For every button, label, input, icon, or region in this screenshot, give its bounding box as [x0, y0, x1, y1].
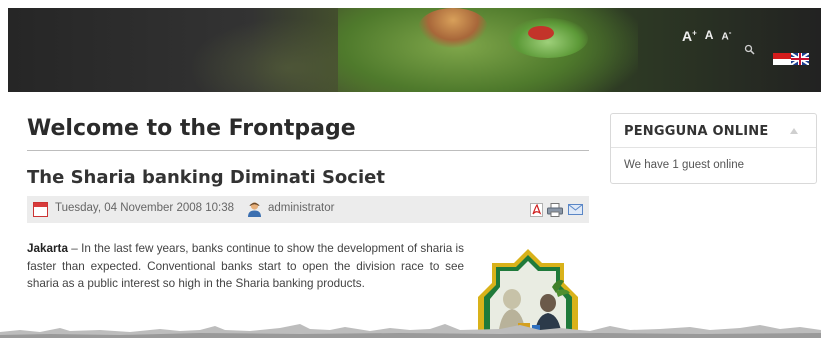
frog-foot	[418, 8, 488, 48]
skyline-decoration	[0, 324, 821, 338]
search-icon[interactable]	[744, 44, 755, 55]
page-title: Welcome to the Frontpage	[27, 116, 356, 141]
article-meta-bar: Tuesday, 04 November 2008 10:38 administ…	[27, 196, 589, 223]
article-date: Tuesday, 04 November 2008 10:38	[55, 202, 235, 214]
module-text: We have 1 guest online	[624, 159, 744, 171]
pdf-icon[interactable]	[530, 203, 543, 217]
print-icon[interactable]	[547, 203, 563, 217]
module-title: PENGGUNA ONLINE	[624, 124, 769, 139]
article-author: administrator	[268, 202, 335, 214]
font-size-tools: A+ A A-	[682, 28, 731, 44]
article-lead: Jakarta	[27, 242, 68, 255]
flag-indonesia-icon[interactable]	[773, 53, 791, 65]
title-divider	[27, 150, 589, 151]
flag-uk-icon[interactable]	[791, 53, 809, 65]
article-body-text: – In the last few years, banks continue …	[27, 242, 464, 290]
font-decrease-button[interactable]: A-	[721, 28, 731, 42]
header-banner	[8, 8, 821, 92]
calendar-icon	[33, 202, 48, 217]
online-users-module: PENGGUNA ONLINE We have 1 guest online	[610, 113, 817, 184]
module-header: PENGGUNA ONLINE	[611, 114, 816, 148]
article-title[interactable]: The Sharia banking Diminati Societ	[27, 167, 385, 188]
email-icon[interactable]	[568, 204, 583, 215]
article-body: Jakarta – In the last few years, banks c…	[27, 240, 464, 293]
user-icon	[248, 202, 261, 217]
language-flags	[773, 53, 809, 65]
chevron-up-icon[interactable]	[789, 127, 799, 135]
page: A+ A A- Welcome to the Frontpage The Sha…	[0, 0, 821, 338]
font-reset-button[interactable]: A	[705, 28, 714, 42]
font-increase-button[interactable]: A+	[682, 28, 697, 44]
